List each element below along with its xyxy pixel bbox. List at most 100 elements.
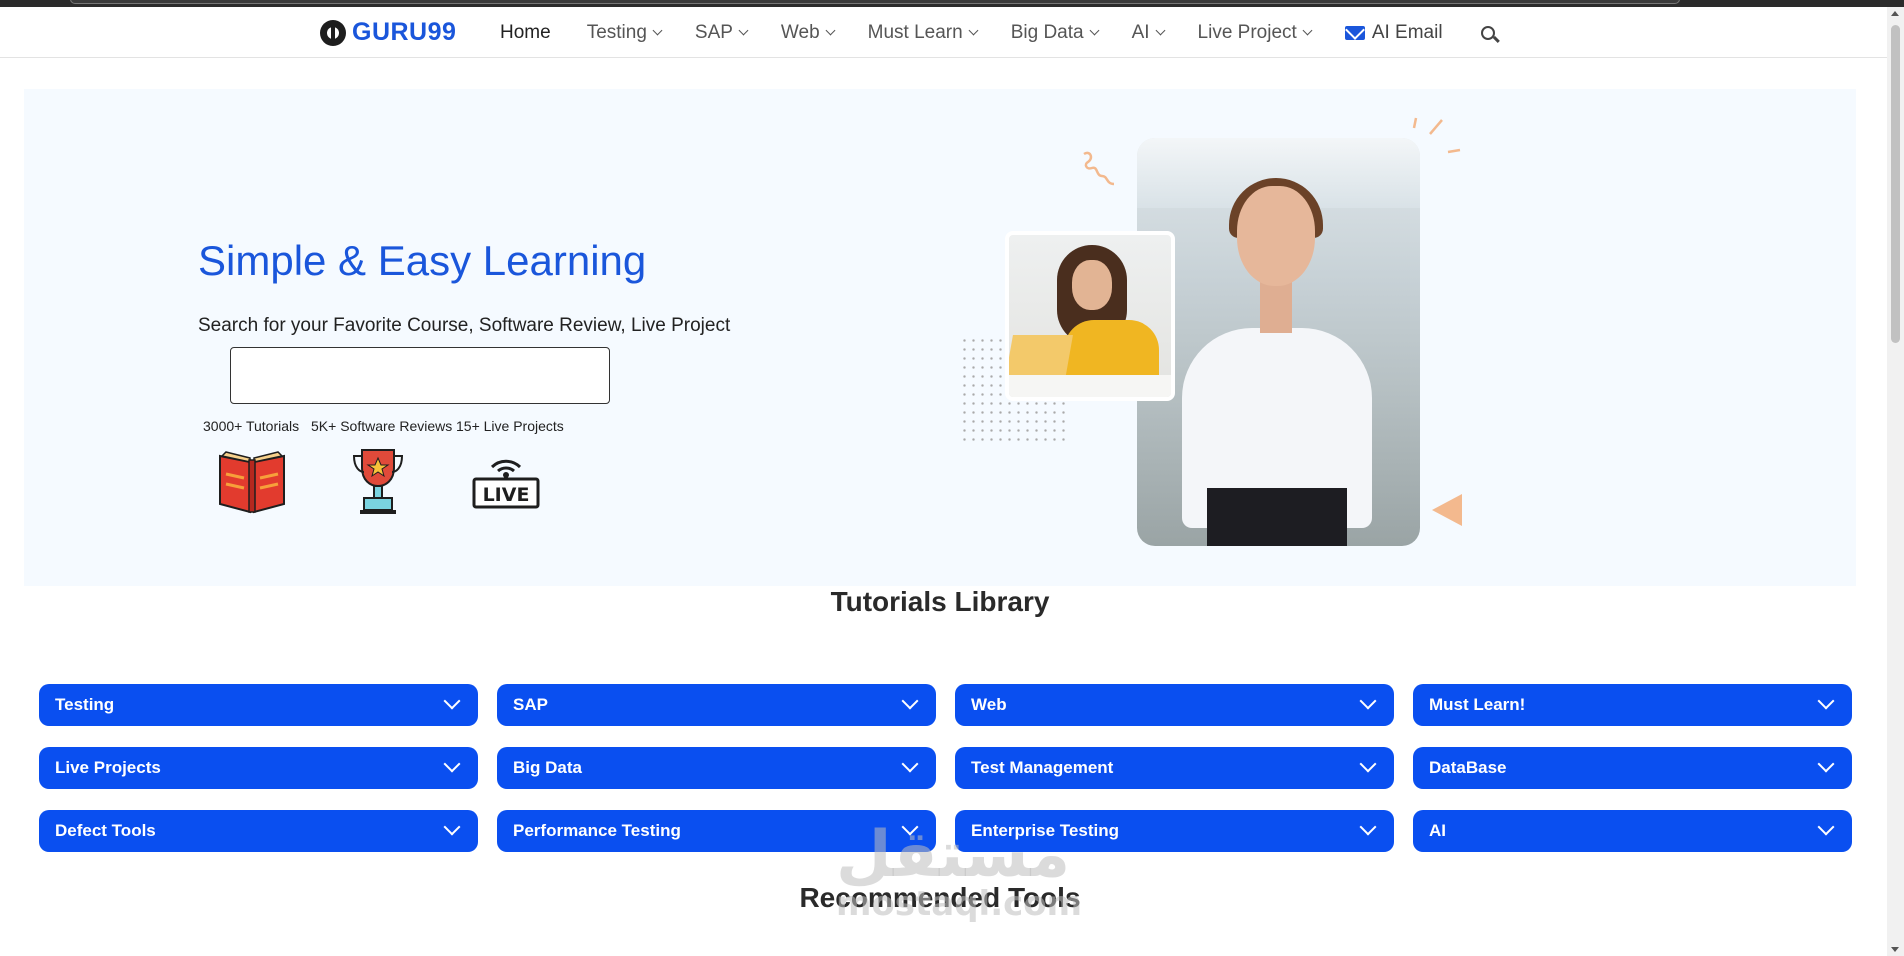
category-label: Testing [55, 695, 115, 714]
chevron-down-icon [1089, 25, 1100, 35]
chevron-down-icon [1302, 25, 1313, 35]
category-ai[interactable]: AI [1413, 810, 1852, 852]
chevron-down-icon [443, 755, 461, 773]
category-must-learn[interactable]: Must Learn! [1413, 684, 1852, 726]
tutorials-library-title: Tutorials Library [830, 586, 1050, 617]
nav-live-project[interactable]: Live Project [1197, 21, 1313, 44]
recommended-tools-title: Recommended Tools [799, 882, 1081, 913]
category-grid: Testing SAP Web Must Learn! Live Project… [39, 684, 1852, 852]
category-label: Enterprise Testing [971, 821, 1119, 840]
book-icon [219, 451, 285, 514]
nav-must-learn-label: Must Learn [867, 21, 963, 43]
page-scrollbar[interactable] [1887, 7, 1904, 956]
live-badge-text: LIVE [483, 484, 530, 506]
chevron-down-icon [652, 25, 663, 35]
category-enterprise-testing[interactable]: Enterprise Testing [955, 810, 1394, 852]
nav-testing[interactable]: Testing [586, 21, 663, 44]
nav-live-project-label: Live Project [1197, 21, 1297, 43]
chevron-down-icon [1359, 755, 1377, 773]
chevron-down-icon [1359, 818, 1377, 836]
category-label: Performance Testing [513, 821, 681, 840]
envelope-icon [1344, 25, 1365, 40]
photo-face [1237, 186, 1315, 286]
triangle-decoration [1432, 494, 1462, 526]
chevron-down-icon [901, 818, 919, 836]
site-logo[interactable]: GURU99 [320, 18, 456, 47]
hero-section [24, 89, 1856, 586]
category-label: Must Learn! [1429, 695, 1526, 714]
scroll-up-arrow-icon[interactable] [1891, 11, 1899, 16]
nav-sap-label: SAP [694, 21, 733, 43]
chevron-down-icon [901, 755, 919, 773]
spark-lines-decoration [1412, 117, 1461, 154]
logo-text: GURU99 [352, 18, 457, 46]
site-navbar: GURU99 Home Testing SAP Web Must Learn B… [0, 7, 1887, 58]
scroll-down-arrow-icon[interactable] [1891, 947, 1899, 952]
nav-web[interactable]: Web [780, 21, 836, 44]
live-icon: LIVE [472, 459, 540, 509]
category-label: Test Management [971, 758, 1114, 777]
nav-search-button[interactable] [1477, 25, 1495, 40]
trophy-icon [352, 449, 404, 514]
nav-web-label: Web [780, 21, 820, 43]
search-icon [1480, 25, 1495, 40]
nav-big-data-label: Big Data [1010, 21, 1084, 43]
category-label: Defect Tools [55, 821, 156, 840]
chevron-down-icon [825, 25, 836, 35]
nav-ai-label: AI [1131, 21, 1150, 43]
chevron-down-icon [1155, 25, 1165, 35]
nav-ai[interactable]: AI [1131, 21, 1165, 44]
photo-neck [1260, 278, 1292, 333]
nav-big-data[interactable]: Big Data [1010, 21, 1100, 44]
curl-decoration [1083, 151, 1115, 186]
chevron-down-icon [968, 25, 979, 35]
photo-small-desk [1009, 375, 1171, 397]
browser-tab-outline [70, 0, 1680, 4]
category-label: Web [971, 695, 1007, 714]
chevron-down-icon [738, 25, 749, 35]
stat-live-projects: 15+ Live Projects [456, 418, 564, 434]
nav-home-label: Home [500, 21, 551, 43]
nav-must-learn[interactable]: Must Learn [867, 21, 979, 44]
hero-search-input[interactable] [230, 347, 610, 404]
category-database[interactable]: DataBase [1413, 747, 1852, 789]
category-test-management[interactable]: Test Management [955, 747, 1394, 789]
hero-photo-professional-woman [1137, 138, 1420, 546]
nav-sap[interactable]: SAP [694, 21, 749, 44]
category-web[interactable]: Web [955, 684, 1394, 726]
main-nav: Home Testing SAP Web Must Learn Big Data… [500, 7, 1529, 58]
category-defect-tools[interactable]: Defect Tools [39, 810, 478, 852]
category-live-projects[interactable]: Live Projects [39, 747, 478, 789]
nav-testing-label: Testing [586, 21, 647, 43]
photo-skirt [1207, 488, 1347, 546]
chevron-down-icon [1817, 755, 1835, 773]
category-performance-testing[interactable]: Performance Testing [497, 810, 936, 852]
category-label: SAP [513, 695, 548, 714]
category-big-data[interactable]: Big Data [497, 747, 936, 789]
chevron-down-icon [1817, 818, 1835, 836]
category-label: DataBase [1429, 758, 1507, 777]
logo-icon [320, 19, 346, 46]
hero-title: Simple & Easy Learning [198, 237, 647, 284]
browser-top-strip [0, 0, 1904, 7]
hero-photo-student-laptop [1005, 231, 1175, 401]
stat-tutorials: 3000+ Tutorials [203, 418, 300, 434]
chevron-down-icon [901, 692, 919, 710]
category-label: AI [1429, 821, 1446, 840]
nav-home[interactable]: Home [500, 22, 551, 44]
nav-ai-email[interactable]: AI Email [1344, 21, 1443, 44]
chevron-down-icon [1817, 692, 1835, 710]
chevron-down-icon [443, 818, 461, 836]
category-label: Live Projects [55, 758, 161, 777]
scrollbar-thumb[interactable] [1891, 25, 1900, 343]
chevron-down-icon [443, 692, 461, 710]
photo-small-face [1072, 260, 1112, 310]
category-testing[interactable]: Testing [39, 684, 478, 726]
category-sap[interactable]: SAP [497, 684, 936, 726]
hero-subtitle: Search for your Favorite Course, Softwar… [198, 315, 731, 336]
nav-ai-email-label: AI Email [1371, 21, 1443, 43]
chevron-down-icon [1359, 692, 1377, 710]
photo-small-laptop [1009, 335, 1073, 380]
category-label: Big Data [513, 758, 582, 777]
stat-software-reviews: 5K+ Software Reviews [311, 418, 453, 434]
